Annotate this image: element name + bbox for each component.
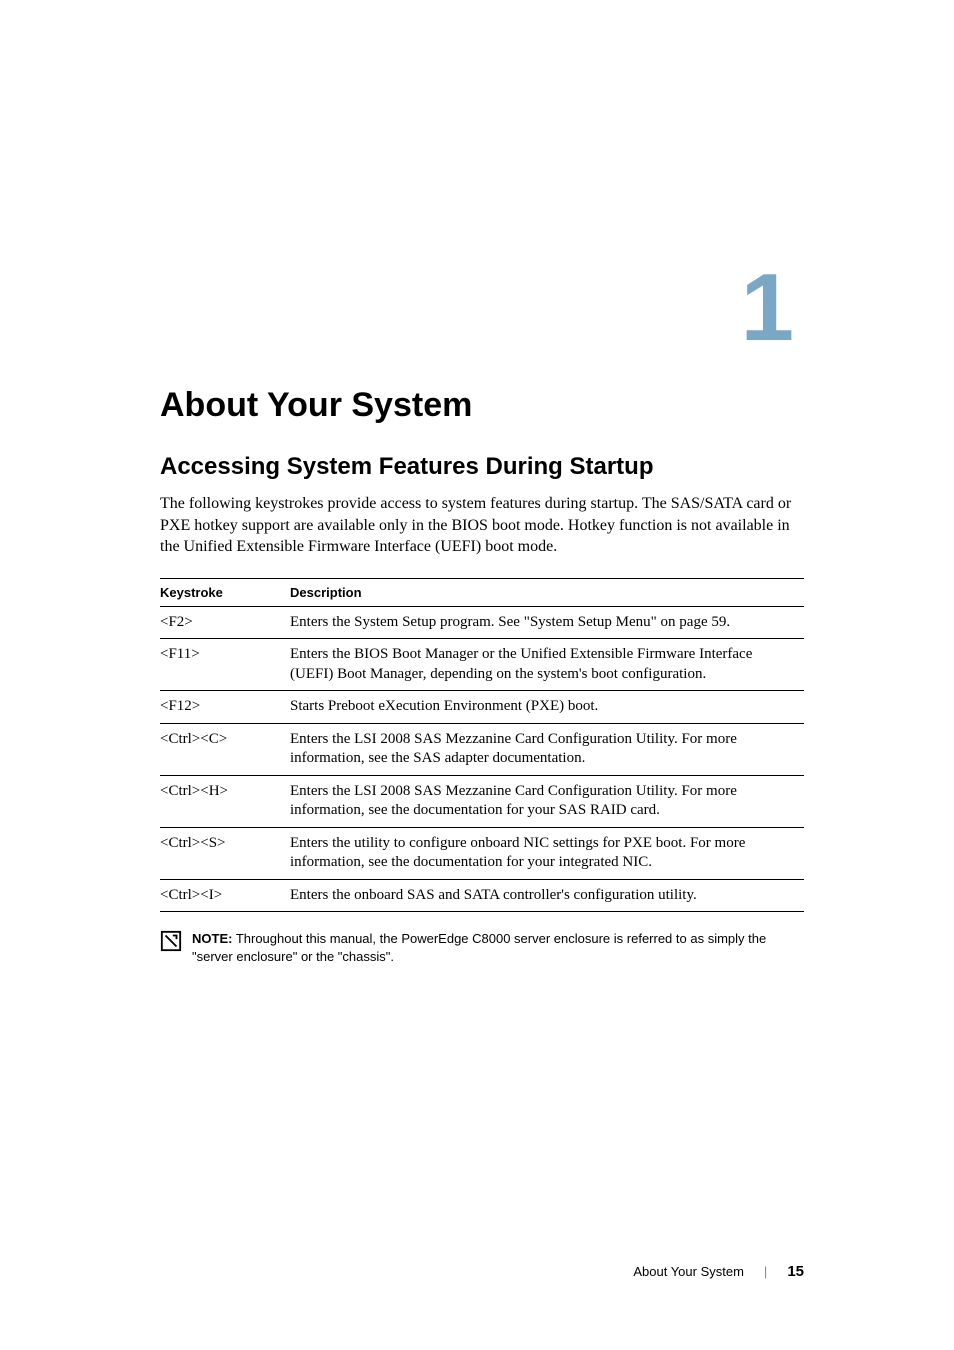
keystroke-cell: <Ctrl><C> <box>160 723 290 775</box>
section-intro: The following keystrokes provide access … <box>160 493 804 558</box>
keystroke-cell: <Ctrl><H> <box>160 775 290 827</box>
note-icon <box>160 930 182 952</box>
description-cell: Enters the onboard SAS and SATA controll… <box>290 879 804 912</box>
chapter-title: About Your System <box>160 386 804 425</box>
chapter-number: 1 <box>160 260 794 356</box>
footer-separator: | <box>764 1264 767 1279</box>
note-body: Throughout this manual, the PowerEdge C8… <box>192 931 766 964</box>
footer-section-name: About Your System <box>633 1264 744 1279</box>
table-row: <F11> Enters the BIOS Boot Manager or th… <box>160 639 804 691</box>
table-row: <Ctrl><C> Enters the LSI 2008 SAS Mezzan… <box>160 723 804 775</box>
description-cell: Enters the System Setup program. See "Sy… <box>290 606 804 639</box>
table-header-keystroke: Keystroke <box>160 578 290 606</box>
keystroke-cell: <Ctrl><S> <box>160 827 290 879</box>
table-row: <F2> Enters the System Setup program. Se… <box>160 606 804 639</box>
keystroke-cell: <Ctrl><I> <box>160 879 290 912</box>
note-block: NOTE: Throughout this manual, the PowerE… <box>160 930 804 966</box>
note-label: NOTE: <box>192 931 232 946</box>
table-header-description: Description <box>290 578 804 606</box>
keystroke-cell: <F2> <box>160 606 290 639</box>
footer-page-number: 15 <box>787 1263 804 1280</box>
page-footer: About Your System | 15 <box>633 1263 804 1280</box>
description-cell: Enters the LSI 2008 SAS Mezzanine Card C… <box>290 723 804 775</box>
description-cell: Enters the utility to configure onboard … <box>290 827 804 879</box>
keystroke-cell: <F11> <box>160 639 290 691</box>
note-text: NOTE: Throughout this manual, the PowerE… <box>192 930 804 966</box>
table-row: <Ctrl><H> Enters the LSI 2008 SAS Mezzan… <box>160 775 804 827</box>
keystroke-cell: <F12> <box>160 691 290 724</box>
section-title: Accessing System Features During Startup <box>160 453 804 481</box>
table-row: <Ctrl><S> Enters the utility to configur… <box>160 827 804 879</box>
description-cell: Starts Preboot eXecution Environment (PX… <box>290 691 804 724</box>
table-row: <F12> Starts Preboot eXecution Environme… <box>160 691 804 724</box>
table-row: <Ctrl><I> Enters the onboard SAS and SAT… <box>160 879 804 912</box>
description-cell: Enters the BIOS Boot Manager or the Unif… <box>290 639 804 691</box>
description-cell: Enters the LSI 2008 SAS Mezzanine Card C… <box>290 775 804 827</box>
keystroke-table: Keystroke Description <F2> Enters the Sy… <box>160 578 804 913</box>
